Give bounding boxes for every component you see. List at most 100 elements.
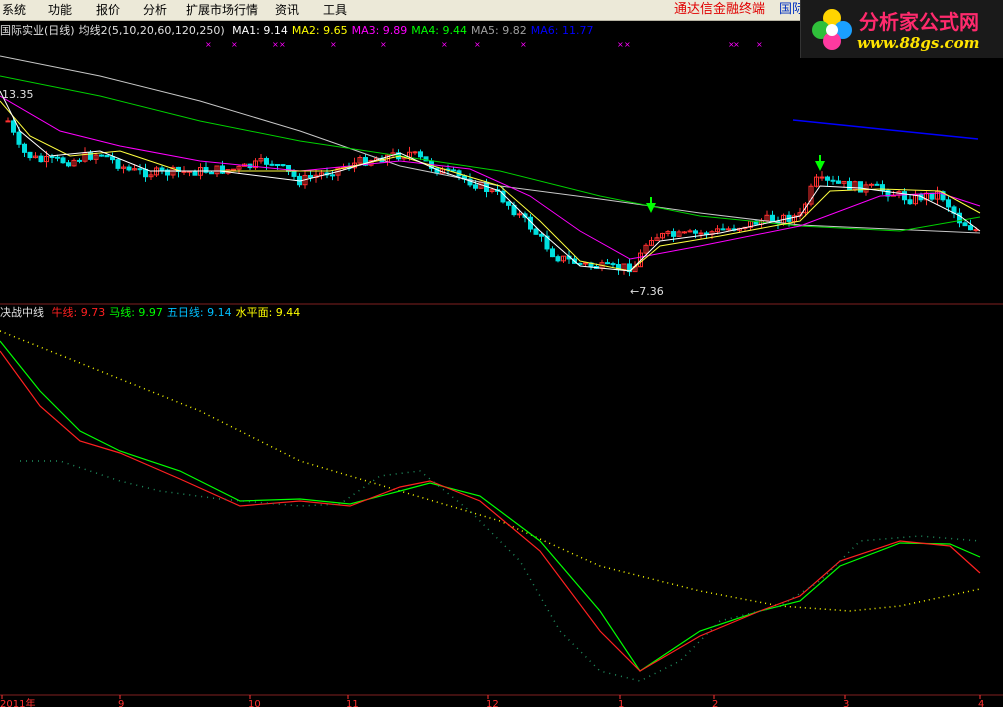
signal-marker: × xyxy=(617,40,624,49)
candle-body xyxy=(137,168,143,171)
candle-body xyxy=(610,263,616,266)
ma-legend-item-4: MA5: 9.82 xyxy=(471,24,527,37)
candle-body xyxy=(968,225,973,231)
ma4-line xyxy=(0,75,981,232)
menu-system[interactable]: 系统 xyxy=(2,2,26,18)
candle-body xyxy=(517,213,522,216)
candle-body xyxy=(11,120,16,133)
candle-body xyxy=(38,155,44,163)
candle-body xyxy=(687,230,693,233)
candle-body xyxy=(550,248,555,258)
menu-analysis[interactable]: 分析 xyxy=(143,2,167,18)
x-axis-tick-label: 3 xyxy=(843,699,849,707)
menu-extended-market[interactable]: 扩展市场行情 xyxy=(186,2,258,18)
candle-body xyxy=(231,168,236,171)
candle-body xyxy=(77,159,82,162)
water-level-line xyxy=(0,330,981,612)
candle-body xyxy=(825,176,830,181)
candle-body xyxy=(22,143,27,153)
x-axis-tick-label: 9 xyxy=(118,699,124,707)
menu-tools[interactable]: 工具 xyxy=(323,2,347,18)
candle-body xyxy=(280,164,286,167)
candle-body xyxy=(847,180,852,191)
x-axis-tick-label: 2011年 xyxy=(0,697,35,707)
five-day-line xyxy=(20,460,981,682)
ma2-line xyxy=(0,100,981,272)
candle-body xyxy=(418,151,423,158)
candle-body xyxy=(308,175,313,178)
candle-body xyxy=(605,262,610,265)
candle-body xyxy=(269,163,275,166)
candle-body xyxy=(836,180,841,184)
price-high-label: 13.35 xyxy=(2,88,34,101)
candle-body xyxy=(693,230,698,234)
ma-legend-item-0: MA1: 9.14 xyxy=(232,24,288,37)
candle-body xyxy=(412,151,418,154)
price-low-label: ←7.36 xyxy=(630,285,664,298)
candle-body xyxy=(506,201,511,206)
flower-logo-icon xyxy=(812,9,852,50)
candle-body xyxy=(907,199,913,205)
logo-url: www.88gs.com xyxy=(857,34,980,52)
stock-title: 国际实业(日线) xyxy=(0,24,75,37)
candle-body xyxy=(159,167,165,171)
sub-legend-item-0: 牛线: 9.73 xyxy=(51,306,106,319)
candle-body xyxy=(451,169,456,172)
candle-body xyxy=(104,154,110,158)
menu-news[interactable]: 资讯 xyxy=(275,2,299,18)
buy-arrow-icon xyxy=(815,161,825,171)
indicator-name: 均线2(5,10,20,60,120,250) xyxy=(78,24,225,37)
ma-legend-item-5: MA6: 11.77 xyxy=(530,24,594,37)
candle-body xyxy=(5,120,11,123)
candle-body xyxy=(203,167,209,173)
candle-body xyxy=(973,229,979,232)
main-price-panel[interactable]: × × × × × × × × × × × ×× × xyxy=(0,40,981,277)
candle-body xyxy=(858,181,863,193)
sub-legend-item-1: 马线: 9.97 xyxy=(109,306,163,319)
bull-line xyxy=(0,350,981,672)
ma-legend: MA1: 9.14 MA2: 9.65 MA3: 9.89 MA4: 9.44 MA5:… xyxy=(232,24,597,37)
candle-body xyxy=(770,214,775,222)
candle-body xyxy=(27,151,33,159)
candle-body xyxy=(698,232,704,235)
candle-body xyxy=(682,231,687,234)
ma-legend-item-3: MA4: 9.44 xyxy=(411,24,468,37)
logo-text: 分析家公式网 xyxy=(859,10,979,34)
candle-body xyxy=(16,131,22,145)
ma-legend-item-2: MA3: 9.89 xyxy=(351,24,408,37)
candle-body xyxy=(291,170,297,177)
candle-body xyxy=(126,166,132,171)
signal-marker: × xyxy=(624,40,631,49)
signal-marker: × xyxy=(205,40,212,49)
signal-marker: × xyxy=(330,40,337,49)
x-axis: 2011年 9 10 11 12 1 2 3 4 xyxy=(0,695,984,707)
x-axis-tick-label: 1 xyxy=(618,699,624,707)
signal-marker: × xyxy=(733,40,740,49)
candle-body xyxy=(962,222,968,227)
menu-quote[interactable]: 报价 xyxy=(96,2,120,18)
brand-title: 通达信金融终端 xyxy=(674,2,766,17)
sub-indicator-panel[interactable] xyxy=(0,330,981,682)
candle-body xyxy=(66,162,71,167)
candle-body xyxy=(869,183,874,186)
candle-body xyxy=(902,191,907,201)
candle-body xyxy=(671,231,676,237)
ma-legend-item-1: MA2: 9.65 xyxy=(291,24,348,37)
sub-legend: 决战中线 牛线: 9.73 马线: 9.97 五日线: 9.14 水平面: 9.44 xyxy=(0,306,308,320)
candle-body xyxy=(720,228,726,231)
signal-marker: × xyxy=(380,40,387,49)
signal-marker: × xyxy=(279,40,286,49)
candle-body xyxy=(473,184,478,189)
candle-body xyxy=(539,233,544,237)
signal-marker: × xyxy=(756,40,763,49)
candle-body xyxy=(946,199,951,208)
candle-body xyxy=(819,176,825,179)
chart-area[interactable]: × × × × × × × × × × × ×× × 2011年 9 10 11 12 1 2 3 4 xyxy=(0,21,1003,707)
site-logo: 分析家公式网 www.88gs.com xyxy=(800,0,1003,58)
menu-function[interactable]: 功能 xyxy=(48,2,72,18)
candle-body xyxy=(264,157,269,165)
candle-body xyxy=(49,156,55,159)
buy-arrow-icon xyxy=(646,203,656,213)
candle-body xyxy=(209,171,214,175)
sub-legend-item-3: 水平面: 9.44 xyxy=(235,306,301,319)
